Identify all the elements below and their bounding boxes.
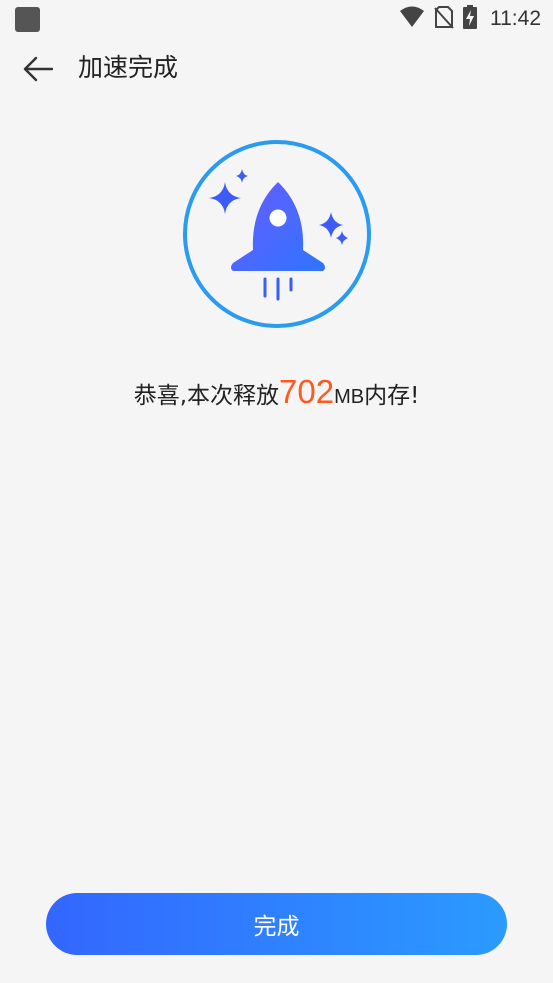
- no-sim-icon: [434, 5, 454, 33]
- screen: 11:42 加速完成 恭喜,本次释放702MB内存! 完成: [0, 0, 553, 983]
- result-prefix: 恭喜,本次释放: [133, 383, 279, 409]
- status-indicators: 11:42: [399, 5, 541, 33]
- rocket-badge: [181, 138, 373, 330]
- result-suffix: 内存!: [364, 383, 420, 409]
- done-button[interactable]: 完成: [46, 893, 507, 955]
- app-notification-icon: [15, 7, 40, 32]
- arrow-left-icon: [23, 56, 53, 82]
- freed-memory-unit: MB: [334, 386, 365, 408]
- wifi-icon: [399, 6, 425, 32]
- app-bar: 加速完成: [0, 38, 553, 100]
- result-message: 恭喜,本次释放702MB内存!: [0, 370, 553, 419]
- freed-memory-amount: 702: [279, 373, 335, 410]
- status-time: 11:42: [490, 7, 541, 30]
- page-title: 加速完成: [78, 53, 179, 82]
- back-button[interactable]: [18, 49, 58, 89]
- status-bar: 11:42: [0, 0, 553, 38]
- rocket-icon: [231, 182, 325, 301]
- battery-charging-icon: [463, 5, 477, 33]
